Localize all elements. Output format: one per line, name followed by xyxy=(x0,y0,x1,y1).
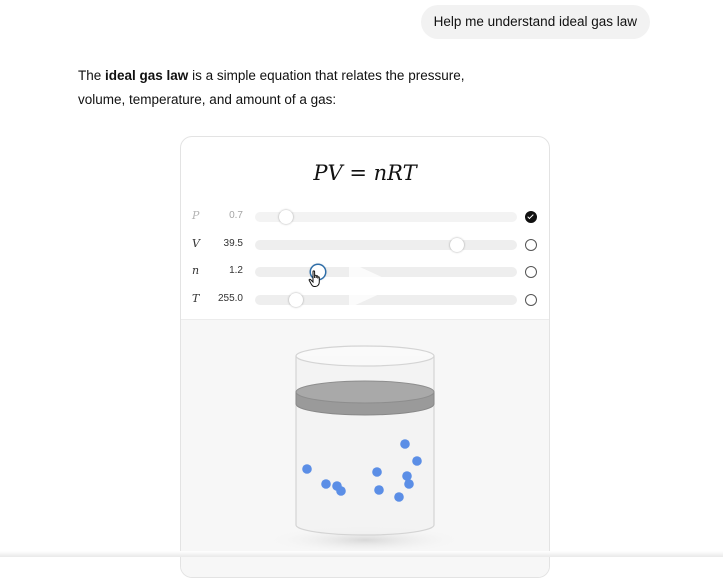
ideal-gas-widget: PV = nRT P 0.7 V 39.5 n 1.2 T 255.0 xyxy=(180,136,550,578)
equation-display: PV = nRT xyxy=(313,161,417,185)
piston-top xyxy=(295,380,435,404)
amount-value: 1.2 xyxy=(229,265,243,276)
amount-solve-radio[interactable] xyxy=(525,266,537,278)
hand-cursor-icon xyxy=(308,270,320,287)
temperature-slider-thumb[interactable] xyxy=(288,293,303,307)
temperature-solve-radio[interactable] xyxy=(525,294,537,306)
gas-particle xyxy=(412,456,422,466)
assistant-reply: The ideal gas law is a simple equation t… xyxy=(78,64,478,112)
gas-particle xyxy=(374,485,384,495)
gas-particle xyxy=(400,439,410,449)
pressure-symbol: P xyxy=(192,209,200,222)
gas-simulation xyxy=(181,320,549,577)
reply-term: ideal gas law xyxy=(105,68,189,83)
gas-particle xyxy=(336,486,346,496)
user-message-bubble: Help me understand ideal gas law xyxy=(420,5,650,39)
temperature-symbol: T xyxy=(192,292,200,305)
reply-line2: volume, temperature, and amount of a gas… xyxy=(78,92,337,107)
pressure-slider-thumb[interactable] xyxy=(279,210,294,224)
play-icon[interactable] xyxy=(349,262,399,308)
pressure-value: 0.7 xyxy=(229,210,243,221)
cylinder-rim xyxy=(295,345,435,367)
variable-row-pressure: P 0.7 xyxy=(181,207,549,227)
volume-slider[interactable] xyxy=(255,238,517,252)
volume-solve-radio[interactable] xyxy=(525,239,537,251)
volume-slider-thumb[interactable] xyxy=(449,238,464,252)
gas-cylinder xyxy=(265,345,465,554)
user-message-text: Help me understand ideal gas law xyxy=(433,14,637,29)
temperature-value: 255.0 xyxy=(217,293,243,304)
gas-particle xyxy=(394,492,404,502)
reply-line1-rest: is a simple equation that relates the pr… xyxy=(188,68,465,83)
gas-particle xyxy=(402,471,412,481)
pressure-slider[interactable] xyxy=(255,210,517,224)
gas-particle xyxy=(404,479,414,489)
pressure-solve-radio[interactable] xyxy=(525,211,537,223)
page-bottom-fade xyxy=(0,551,723,557)
volume-value: 39.5 xyxy=(223,238,243,249)
variable-row-volume: V 39.5 xyxy=(181,235,549,255)
gas-particle xyxy=(321,479,331,489)
gas-particle xyxy=(372,467,382,477)
volume-symbol: V xyxy=(192,237,200,250)
gas-particle xyxy=(302,464,312,474)
amount-symbol: n xyxy=(192,264,200,277)
reply-intro: The xyxy=(78,68,106,83)
